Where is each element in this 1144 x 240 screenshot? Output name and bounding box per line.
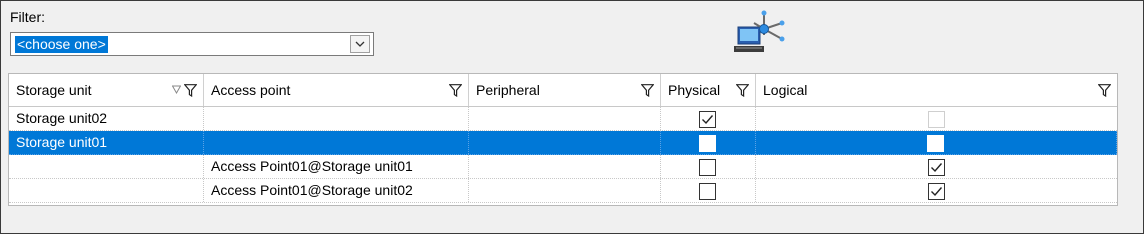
column-header-storage-unit[interactable]: Storage unit: [9, 74, 204, 106]
logical-checkbox[interactable]: [927, 183, 945, 200]
column-header-label: Physical: [668, 82, 721, 98]
logical-checkbox[interactable]: [927, 111, 945, 128]
logical-checkbox[interactable]: [927, 159, 945, 176]
cell-storage-unit[interactable]: [9, 155, 204, 178]
check-mark-icon: [930, 187, 942, 197]
cell-peripheral[interactable]: [469, 179, 661, 202]
cell-peripheral[interactable]: [469, 131, 661, 154]
logical-checkbox[interactable]: [927, 135, 944, 152]
column-header-peripheral[interactable]: Peripheral: [469, 74, 661, 106]
filter-icon[interactable]: [1098, 84, 1111, 97]
cell-logical: [756, 131, 1117, 154]
filter-icon[interactable]: [449, 84, 462, 97]
cell-storage-unit[interactable]: Storage unit02: [9, 107, 204, 130]
table-row[interactable]: Storage unit02: [9, 107, 1117, 131]
grid-header: Storage unit Access point Peripheral Phy…: [9, 74, 1117, 107]
cell-physical: [661, 155, 756, 178]
filter-label: Filter:: [10, 9, 45, 25]
column-header-label: Peripheral: [476, 82, 540, 98]
cell-logical: [756, 107, 1117, 130]
cell-peripheral[interactable]: [469, 107, 661, 130]
filter-icon[interactable]: [736, 84, 749, 97]
physical-checkbox[interactable]: [699, 183, 716, 200]
filter-combobox[interactable]: <choose one>: [10, 32, 374, 56]
cell-storage-unit[interactable]: Storage unit01: [9, 131, 204, 154]
physical-checkbox[interactable]: [699, 111, 716, 128]
storage-grid: Storage unit Access point Peripheral Phy…: [8, 73, 1118, 206]
cell-physical: [661, 179, 756, 202]
cell-access-point[interactable]: Access Point01@Storage unit01: [204, 155, 469, 178]
table-row[interactable]: Access Point01@Storage unit01: [9, 155, 1117, 179]
cell-logical: [756, 155, 1117, 178]
physical-checkbox[interactable]: [699, 135, 716, 152]
grid-body: Storage unit02 Storage unit01 Access Poi…: [9, 107, 1117, 203]
column-header-access-point[interactable]: Access point: [204, 74, 469, 106]
network-computer-icon: [734, 10, 785, 52]
physical-checkbox[interactable]: [699, 159, 716, 176]
check-mark-icon: [702, 115, 714, 125]
cell-logical: [756, 179, 1117, 202]
column-header-label: Access point: [211, 82, 291, 98]
table-row[interactable]: Access Point01@Storage unit02: [9, 179, 1117, 203]
cell-access-point[interactable]: [204, 107, 469, 130]
storage-unit-panel: Filter: <choose one> Storage unit Access…: [0, 0, 1144, 234]
filter-icon[interactable]: [641, 84, 654, 97]
sort-triangle-icon[interactable]: [172, 85, 181, 94]
chevron-down-icon[interactable]: [350, 35, 370, 53]
column-header-logical[interactable]: Logical: [756, 74, 1117, 106]
filter-icon[interactable]: [184, 84, 197, 97]
table-row[interactable]: Storage unit01: [9, 131, 1117, 155]
cell-access-point[interactable]: Access Point01@Storage unit02: [204, 179, 469, 202]
filter-selected-value: <choose one>: [15, 36, 108, 53]
cell-access-point[interactable]: [204, 131, 469, 154]
column-header-label: Logical: [763, 82, 808, 98]
column-header-physical[interactable]: Physical: [661, 74, 756, 106]
cell-physical: [661, 131, 756, 154]
check-mark-icon: [930, 163, 942, 173]
cell-storage-unit[interactable]: [9, 179, 204, 202]
cell-physical: [661, 107, 756, 130]
column-header-label: Storage unit: [16, 82, 92, 98]
cell-peripheral[interactable]: [469, 155, 661, 178]
